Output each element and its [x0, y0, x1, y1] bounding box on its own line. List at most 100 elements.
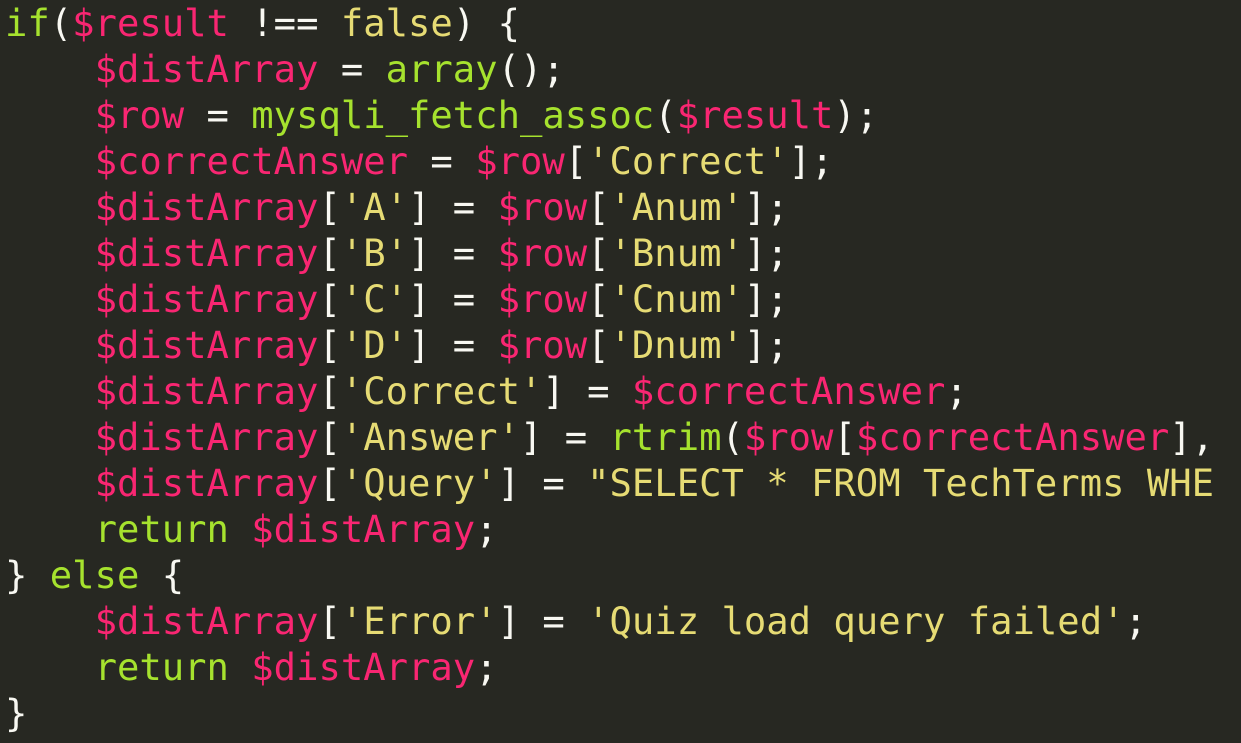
variable: $distArray: [94, 323, 319, 367]
variable: $correctAnswer: [855, 415, 1170, 459]
variable: $distArray: [94, 461, 319, 505]
code-text: ];: [788, 139, 834, 183]
code-text: (: [721, 415, 744, 459]
operator: =: [452, 185, 476, 229]
variable: $result: [72, 1, 229, 45]
string-literal: 'Bnum': [609, 231, 744, 275]
code-line: $distArray['A'] = $row['Anum'];: [5, 184, 1214, 230]
string-literal: 'Error': [340, 599, 498, 643]
code-text: ];: [743, 231, 789, 275]
keyword: return: [94, 507, 229, 551]
code-line: $distArray = array();: [5, 46, 1214, 92]
code-line: return $distArray;: [5, 644, 1214, 690]
variable: $row: [497, 185, 588, 229]
variable: $row: [497, 277, 588, 321]
variable: $row: [497, 323, 588, 367]
code-text: ]: [497, 599, 543, 643]
string-literal: 'Cnum': [609, 277, 744, 321]
operator: =: [430, 139, 453, 183]
code-text: [: [318, 185, 341, 229]
code-text: [: [564, 139, 588, 183]
string-literal: 'Quiz load query failed': [587, 599, 1125, 643]
string-literal: 'Correct': [340, 369, 543, 413]
code-text: [: [587, 185, 610, 229]
string-literal: "SELECT * FROM TechTerms WHE: [587, 461, 1215, 505]
operator: =: [587, 369, 610, 413]
operator: =: [206, 93, 229, 137]
keyword: return: [94, 645, 229, 689]
variable: $distArray: [94, 47, 319, 91]
code-text: [: [318, 415, 341, 459]
code-line: }: [5, 690, 1214, 736]
code-line: $distArray['Answer'] = rtrim($row[$corre…: [5, 414, 1215, 460]
operator: =: [452, 323, 476, 367]
code-text: [: [318, 599, 341, 643]
code-block[interactable]: if($result !== false) { $distArray = arr…: [5, 0, 1214, 736]
variable: $correctAnswer: [94, 139, 409, 183]
code-text: ]: [408, 185, 453, 229]
code-text: (: [49, 1, 73, 45]
code-text: [: [318, 369, 341, 413]
code-line: $correctAnswer = $row['Correct'];: [5, 138, 1214, 184]
variable: $distArray: [94, 185, 319, 229]
code-line: } else {: [5, 552, 1214, 598]
variable: $row: [475, 139, 565, 183]
code-line: if($result !== false) {: [5, 0, 1214, 46]
variable: $correctAnswer: [631, 369, 946, 413]
operator: !==: [251, 1, 319, 45]
code-text: ]: [408, 323, 453, 367]
code-text: ();: [497, 47, 565, 91]
code-line: $distArray['B'] = $row['Bnum'];: [5, 230, 1214, 276]
code-line: $row = mysqli_fetch_assoc($result);: [5, 92, 1214, 138]
code-text: [: [318, 323, 341, 367]
operator: =: [452, 231, 476, 275]
code-text: ]: [519, 415, 565, 459]
code-text: (: [654, 93, 677, 137]
code-line: $distArray['Correct'] = $correctAnswer;: [5, 368, 1214, 414]
code-editor[interactable]: if($result !== false) { $distArray = arr…: [0, 0, 1241, 743]
code-text: [: [833, 415, 856, 459]
operator: =: [452, 277, 476, 321]
code-text: [: [318, 231, 341, 275]
string-literal: 'Dnum': [609, 323, 744, 367]
variable: $result: [676, 93, 834, 137]
string-literal: 'B': [340, 231, 409, 275]
code-text: ;: [1124, 599, 1147, 643]
code-text: [: [587, 231, 610, 275]
function-name: mysqli_fetch_assoc: [251, 93, 655, 137]
variable: $distArray: [94, 231, 319, 275]
code-text: [: [318, 461, 341, 505]
string-literal: 'C': [340, 277, 409, 321]
code-text: }: [5, 553, 50, 597]
operator: =: [542, 599, 565, 643]
variable: $distArray: [94, 415, 319, 459]
variable: $row: [743, 415, 834, 459]
operator: =: [340, 47, 364, 91]
operator: =: [564, 415, 588, 459]
code-line: $distArray['C'] = $row['Cnum'];: [5, 276, 1214, 322]
code-line: $distArray['Query'] = "SELECT * FROM Tec…: [5, 460, 1214, 506]
code-text: ];: [743, 277, 789, 321]
code-text: ]: [408, 231, 453, 275]
variable: $distArray: [94, 369, 319, 413]
